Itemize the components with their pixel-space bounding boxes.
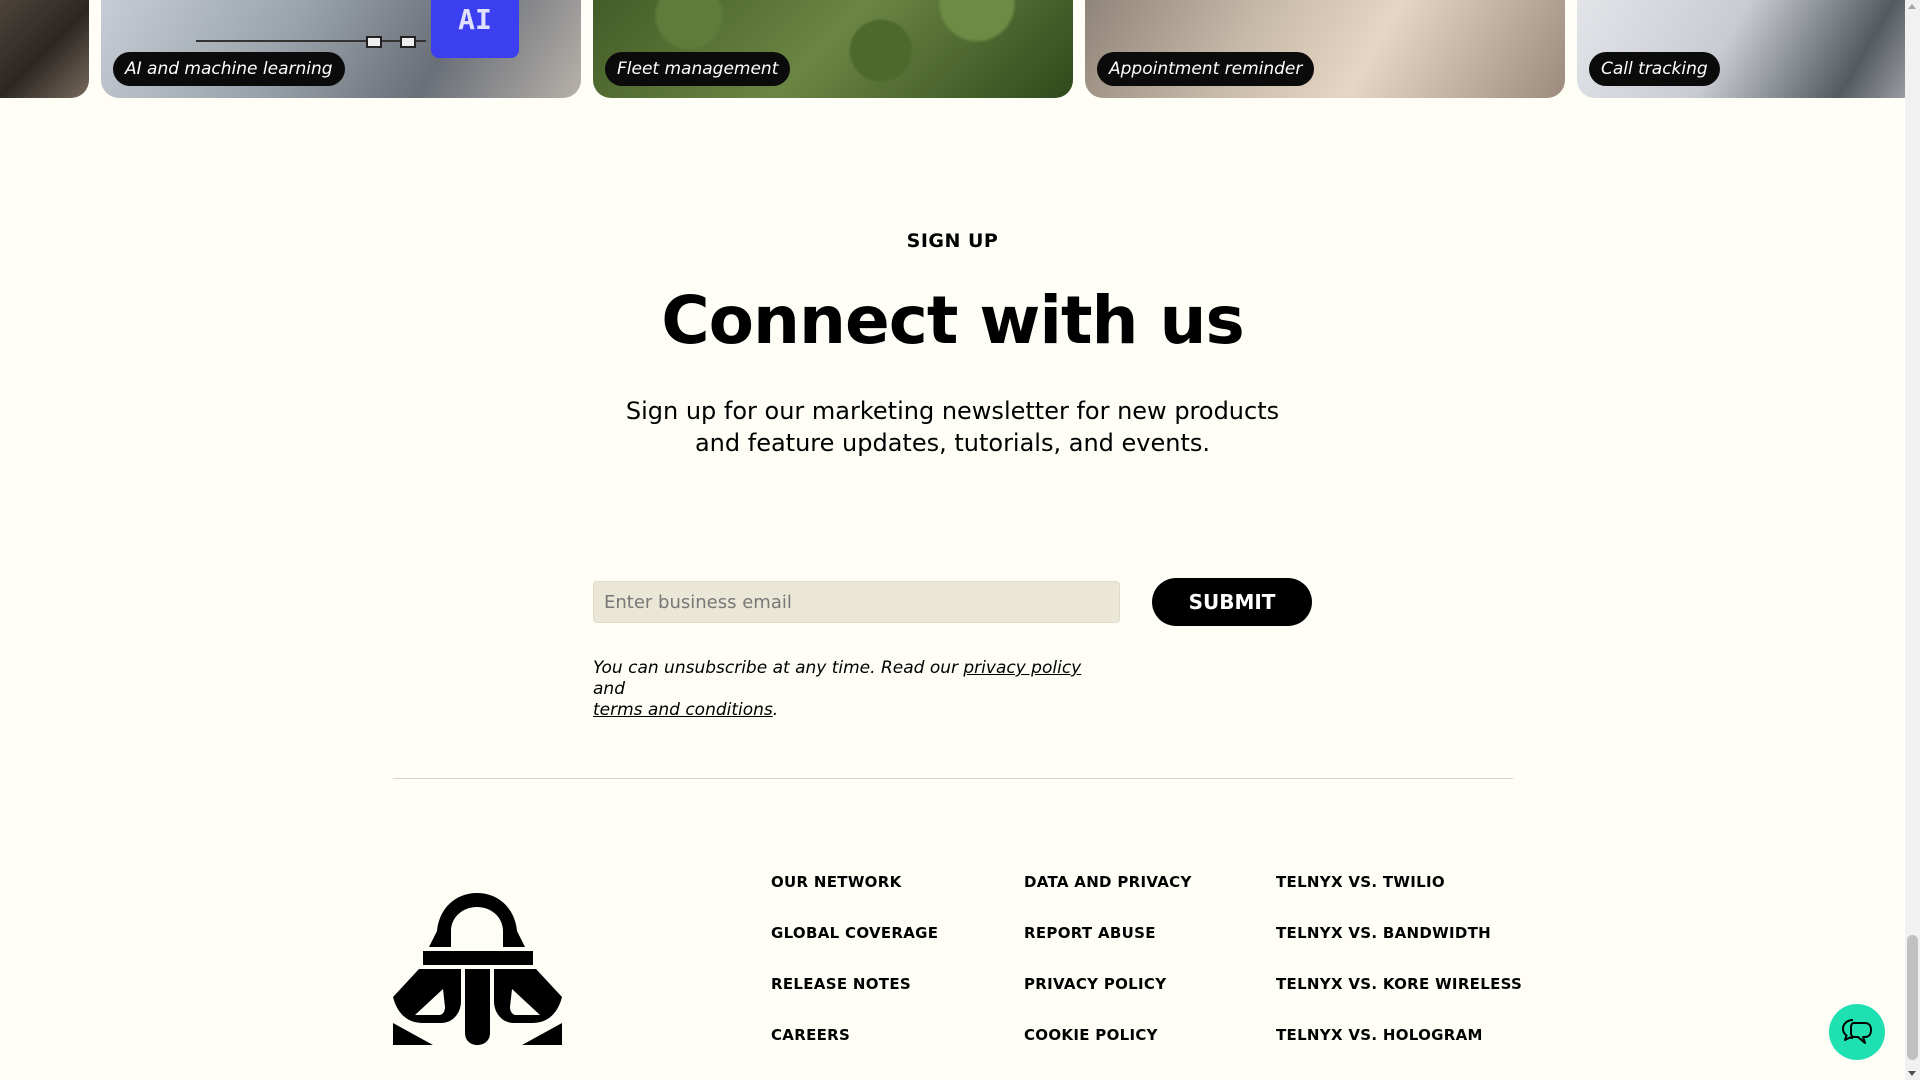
email-field[interactable]: [593, 581, 1120, 623]
card-label: Call tracking: [1589, 52, 1720, 86]
footer-column-compare: TELNYX VS. TWILIO TELNYX VS. BANDWIDTH T…: [1276, 873, 1522, 1077]
footer-link-data-privacy[interactable]: DATA AND PRIVACY: [1024, 873, 1192, 924]
scrollbar-thumb[interactable]: [1907, 935, 1918, 1060]
carousel-card-call-tracking[interactable]: Call tracking: [1577, 0, 1920, 98]
footer-link-privacy-policy[interactable]: PRIVACY POLICY: [1024, 975, 1192, 1026]
carousel-card-fleet[interactable]: Fleet management: [593, 0, 1073, 98]
page-scrollbar[interactable]: [1905, 0, 1920, 1080]
legal-text: You can unsubscribe at any time. Read ou…: [593, 658, 964, 678]
carousel-card-ai-ml[interactable]: AI AI and machine learning: [101, 0, 581, 98]
use-case-carousel: AI AI and machine learning Fleet managem…: [0, 0, 1920, 98]
footer-link-vs-twilio[interactable]: TELNYX VS. TWILIO: [1276, 873, 1522, 924]
submit-button[interactable]: SUBMIT: [1152, 578, 1312, 626]
ai-chip-icon: AI: [431, 0, 519, 58]
chat-widget-button[interactable]: [1829, 1004, 1885, 1060]
footer-link-global-coverage[interactable]: GLOBAL COVERAGE: [771, 924, 938, 975]
diagram-node: [400, 36, 416, 48]
legal-notice: You can unsubscribe at any time. Read ou…: [593, 658, 1113, 721]
card-label: Appointment reminder: [1097, 52, 1315, 86]
footer-column-company: OUR NETWORK GLOBAL COVERAGE RELEASE NOTE…: [771, 873, 938, 1077]
diagram-node: [366, 36, 382, 48]
footer-link-release-notes[interactable]: RELEASE NOTES: [771, 975, 938, 1026]
scroll-up-arrow-icon[interactable]: [1908, 4, 1916, 9]
footer-link-report-abuse[interactable]: REPORT ABUSE: [1024, 924, 1192, 975]
telnyx-logo[interactable]: [393, 893, 562, 1045]
footer-link-careers[interactable]: CAREERS: [771, 1026, 938, 1077]
section-heading: Connect with us: [661, 282, 1245, 359]
footer-column-legal: DATA AND PRIVACY REPORT ABUSE PRIVACY PO…: [1024, 873, 1192, 1077]
terms-link[interactable]: terms and conditions: [593, 700, 773, 720]
legal-text: and: [593, 679, 625, 699]
footer-link-vs-bandwidth[interactable]: TELNYX VS. BANDWIDTH: [1276, 924, 1522, 975]
scroll-down-arrow-icon[interactable]: [1908, 1071, 1916, 1076]
signup-section: SIGN UP Connect with us Sign up for our …: [0, 230, 1905, 459]
chat-bubbles-icon: [1842, 1019, 1872, 1044]
carousel-card[interactable]: [0, 0, 89, 98]
legal-text: .: [772, 700, 779, 720]
section-description: Sign up for our marketing newsletter for…: [625, 397, 1280, 457]
card-label: AI and machine learning: [113, 52, 345, 86]
footer-link-our-network[interactable]: OUR NETWORK: [771, 873, 938, 924]
divider: [393, 778, 1513, 779]
card-label: Fleet management: [605, 52, 791, 86]
privacy-policy-link[interactable]: privacy policy: [963, 658, 1081, 678]
diagram-line: [196, 40, 426, 42]
section-eyebrow: SIGN UP: [906, 230, 999, 252]
footer-link-vs-hologram[interactable]: TELNYX VS. HOLOGRAM: [1276, 1026, 1522, 1077]
footer-link-vs-kore[interactable]: TELNYX VS. KORE WIRELESS: [1276, 975, 1522, 1026]
carousel-card-appointment[interactable]: Appointment reminder: [1085, 0, 1565, 98]
footer-link-cookie-policy[interactable]: COOKIE POLICY: [1024, 1026, 1192, 1077]
